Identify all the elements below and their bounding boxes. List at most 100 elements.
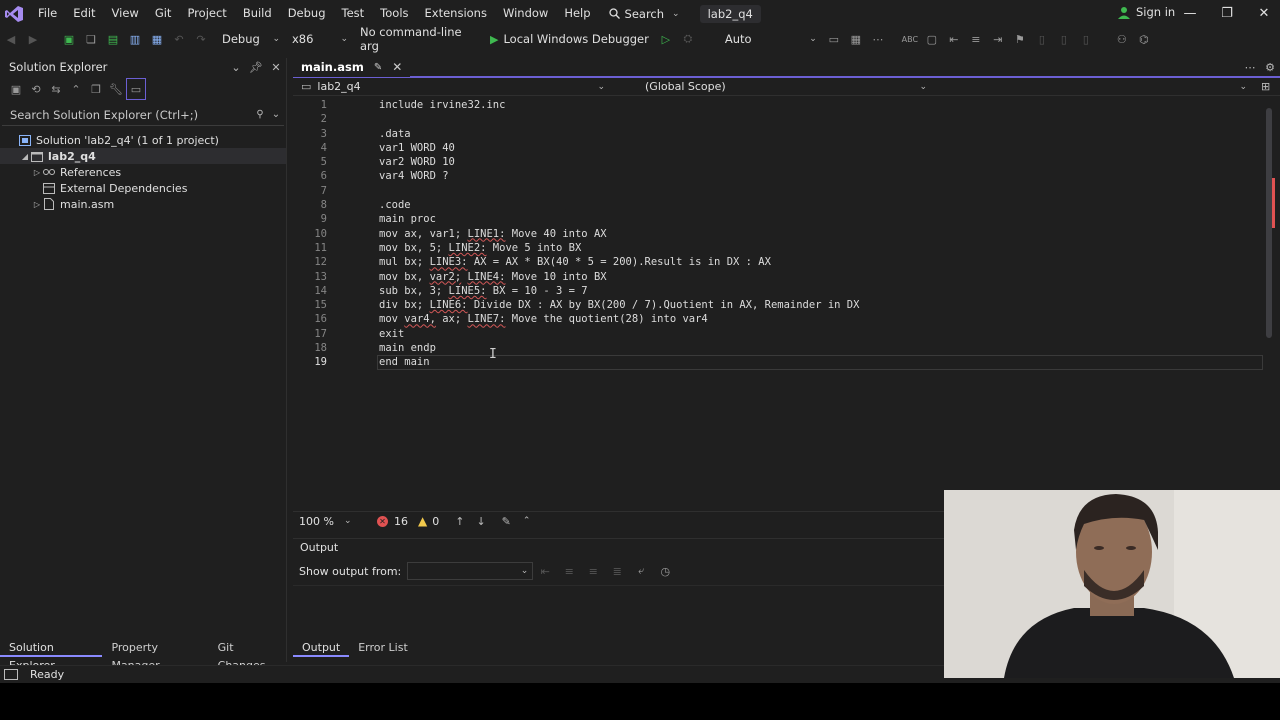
menu-debug[interactable]: Debug bbox=[280, 0, 334, 27]
save-all-button[interactable]: ▦ bbox=[146, 28, 168, 50]
pending-changes-button[interactable]: ⟲ bbox=[26, 78, 46, 100]
start-without-debugging-button[interactable]: ▷ bbox=[655, 28, 677, 50]
gear-icon[interactable]: ⚙ bbox=[1260, 61, 1280, 74]
error-squiggle[interactable]: LINE3: bbox=[430, 256, 468, 268]
menu-project[interactable]: Project bbox=[179, 0, 234, 27]
menu-test[interactable]: Test bbox=[334, 0, 373, 27]
code-line[interactable]: 18 main endp bbox=[293, 341, 1263, 355]
indent-button[interactable]: ⇥ bbox=[987, 28, 1009, 50]
auto-dropdown[interactable]: Auto ⌄ bbox=[719, 29, 823, 49]
new-file-button[interactable]: ❏ bbox=[80, 28, 102, 50]
menu-git[interactable]: Git bbox=[147, 0, 180, 27]
spell-check-button[interactable]: ABC bbox=[899, 28, 921, 50]
properties-button[interactable]: 🔧︎ bbox=[106, 78, 126, 100]
menu-view[interactable]: View bbox=[104, 0, 147, 27]
open-folder-button[interactable]: ▭ bbox=[823, 28, 845, 50]
bookmark-button[interactable]: ⚑ bbox=[1009, 28, 1031, 50]
code-line[interactable]: 10 mov ax, var1; LINE1: Move 40 into AX bbox=[293, 227, 1263, 241]
bookmark-next-button[interactable]: ▯ bbox=[1031, 28, 1053, 50]
expander-icon[interactable]: ▷ bbox=[32, 200, 42, 209]
project-dropdown[interactable]: ▭ lab2_q4 ⌄ bbox=[293, 78, 613, 96]
solution-explorer-search-input[interactable]: Search Solution Explorer (Ctrl+;) ⚲ ⌄ bbox=[2, 104, 284, 126]
tab-git-changes[interactable]: Git Changes bbox=[209, 639, 287, 672]
code-line[interactable]: 11 mov bx, 5; LINE2: Move 5 into BX bbox=[293, 241, 1263, 255]
start-debugging-button[interactable]: ▶ Local Windows Debugger bbox=[484, 29, 655, 49]
error-squiggle[interactable]: LINE7: bbox=[468, 313, 506, 325]
error-squiggle[interactable]: LINE4: bbox=[468, 271, 506, 283]
tree-item[interactable]: External Dependencies bbox=[0, 180, 286, 196]
code-line[interactable]: 16 mov var4, ax; LINE7: Move the quotient… bbox=[293, 312, 1263, 326]
live-share-button[interactable]: ⚇ bbox=[1111, 28, 1133, 50]
format-button[interactable]: ≡ bbox=[965, 28, 987, 50]
bookmark-folder-button[interactable]: ▯ bbox=[1075, 28, 1097, 50]
attach-button[interactable]: ⛭ bbox=[677, 28, 699, 50]
layout-button[interactable]: ▦ bbox=[845, 28, 867, 50]
error-squiggle[interactable]: var2; bbox=[430, 271, 462, 283]
save-button[interactable]: ▥ bbox=[124, 28, 146, 50]
copilot-button[interactable]: ⌬ bbox=[1133, 28, 1155, 50]
menu-extensions[interactable]: Extensions bbox=[417, 0, 495, 27]
platform-dropdown[interactable]: x86 ⌄ bbox=[286, 29, 354, 49]
tree-item[interactable]: ▷ main.asm bbox=[0, 196, 286, 212]
word-wrap-button[interactable]: ⤶ bbox=[629, 560, 653, 582]
code-line[interactable]: 19 end main bbox=[314, 355, 1263, 370]
tab-main-asm[interactable]: main.asm ✎ ✕ bbox=[293, 57, 411, 77]
chevron-down-icon[interactable]: ⌄ bbox=[226, 61, 246, 74]
code-line[interactable]: 4 var1 WORD 40 bbox=[293, 141, 1263, 155]
minimize-button[interactable]: — bbox=[1172, 0, 1208, 27]
previous-issue-icon[interactable]: ↑ bbox=[455, 515, 464, 528]
tree-item[interactable]: Solution 'lab2_q4' (1 of 1 project) bbox=[0, 132, 286, 148]
pin-icon[interactable]: ✎ bbox=[374, 62, 382, 73]
visual-studio-logo-icon[interactable] bbox=[4, 4, 24, 24]
menu-help[interactable]: Help bbox=[556, 0, 598, 27]
error-squiggle[interactable]: LINE6: bbox=[430, 299, 468, 311]
menu-tools[interactable]: Tools bbox=[372, 0, 416, 27]
code-text-area[interactable]: 1 include irvine32.inc 2 3 .data 4 var1 WORD 4… bbox=[293, 98, 1263, 511]
tab-error-list[interactable]: Error List bbox=[349, 639, 417, 657]
menu-build[interactable]: Build bbox=[235, 0, 280, 27]
code-line[interactable]: 15 div bx; LINE6: Divide DX : AX by BX(20… bbox=[293, 298, 1263, 312]
code-line[interactable]: 13 mov bx, var2; LINE4: Move 10 into BX bbox=[293, 270, 1263, 284]
code-line[interactable]: 14 sub bx, 3; LINE5: BX = 10 - 3 = 7 bbox=[293, 284, 1263, 298]
code-line[interactable]: 9 main proc bbox=[293, 212, 1263, 226]
error-squiggle[interactable]: var4, bbox=[404, 313, 436, 325]
configuration-dropdown[interactable]: Debug ⌄ bbox=[216, 29, 286, 49]
code-line[interactable]: 1 include irvine32.inc bbox=[293, 98, 1263, 112]
command-line-args-input[interactable]: No command-line arg bbox=[354, 25, 484, 53]
find-message-button[interactable]: ⇤ bbox=[533, 560, 557, 582]
error-squiggle[interactable]: LINE2: bbox=[449, 242, 487, 254]
sign-in-button[interactable]: Sign in bbox=[1118, 5, 1175, 19]
more-tabs-icon[interactable]: ⋯ bbox=[1240, 61, 1260, 74]
switch-views-button[interactable]: ▣ bbox=[6, 78, 26, 100]
code-line[interactable]: 8 .code bbox=[293, 198, 1263, 212]
menu-window[interactable]: Window bbox=[495, 0, 556, 27]
code-line[interactable]: 2 bbox=[293, 112, 1263, 126]
vertical-scrollbar[interactable] bbox=[1263, 98, 1275, 511]
close-window-button[interactable]: ✕ bbox=[1246, 0, 1280, 27]
expander-icon[interactable]: ◢ bbox=[20, 152, 30, 161]
chevron-up-icon[interactable]: ⌃ bbox=[523, 516, 531, 526]
error-count-button[interactable]: ✕ 16 ▲ 0 bbox=[377, 514, 439, 528]
scope-dropdown[interactable]: (Global Scope) ⌄ bbox=[613, 78, 935, 96]
zoom-dropdown[interactable]: 100 % ⌄ bbox=[293, 515, 353, 528]
tree-item[interactable]: ◢ lab2_q4 bbox=[0, 148, 286, 164]
restore-button[interactable]: ❐ bbox=[1209, 0, 1245, 27]
open-button[interactable]: ▤ bbox=[102, 28, 124, 50]
pin-icon[interactable]: 📌︎ bbox=[246, 61, 266, 74]
error-squiggle[interactable]: LINE5: bbox=[449, 285, 487, 297]
close-icon[interactable]: ✕ bbox=[266, 61, 286, 74]
previous-message-button[interactable]: ≡ bbox=[557, 560, 581, 582]
menu-edit[interactable]: Edit bbox=[65, 0, 103, 27]
new-project-button[interactable]: ▣ bbox=[58, 28, 80, 50]
menu-file[interactable]: File bbox=[30, 0, 65, 27]
next-message-button[interactable]: ≡ bbox=[581, 560, 605, 582]
split-icon[interactable]: ⊞ bbox=[1261, 80, 1270, 93]
preview-button[interactable]: ▭ bbox=[126, 78, 146, 100]
close-icon[interactable]: ✕ bbox=[392, 60, 402, 74]
undo-button[interactable]: ↶ bbox=[168, 28, 190, 50]
show-all-files-button[interactable]: ❐ bbox=[86, 78, 106, 100]
code-line[interactable]: 6 var4 WORD ? bbox=[293, 169, 1263, 183]
timestamp-button[interactable]: ◷ bbox=[653, 560, 677, 582]
error-squiggle[interactable]: LINE1: bbox=[468, 228, 506, 240]
bookmark-clear-button[interactable]: ▯ bbox=[1053, 28, 1075, 50]
